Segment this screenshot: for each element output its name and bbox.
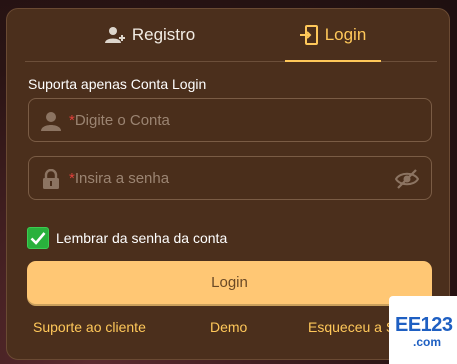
customer-support-link[interactable]: Suporte ao cliente — [33, 319, 146, 335]
remember-checkbox[interactable] — [27, 227, 49, 249]
auth-tabs: Registro Login — [25, 9, 437, 62]
remember-password[interactable]: Lembrar da senha da conta — [27, 227, 227, 249]
password-field: *Insira a senha — [28, 156, 432, 200]
badge-line-2: .com — [413, 335, 442, 349]
tab-registro-label: Registro — [131, 25, 196, 44]
tab-registro[interactable]: Registro — [25, 9, 275, 61]
login-door-icon — [299, 25, 318, 45]
form-hint: Suporta apenas Conta Login — [28, 76, 207, 92]
demo-link[interactable]: Demo — [210, 319, 247, 335]
badge-line-1: EE123 — [395, 314, 453, 336]
active-tab-indicator — [285, 60, 381, 62]
login-button[interactable]: Login — [27, 261, 432, 304]
account-field: *Digite o Conta — [28, 98, 432, 142]
login-panel: Registro Login Suporta apenas Conta Logi… — [6, 8, 450, 360]
tab-login[interactable]: Login — [285, 9, 381, 62]
check-icon — [30, 232, 46, 245]
eye-slash-icon[interactable] — [394, 168, 420, 190]
password-input[interactable] — [29, 157, 431, 199]
account-input[interactable] — [29, 99, 431, 141]
tab-login-label: Login — [324, 25, 367, 44]
site-watermark-badge: EE123 .com — [389, 296, 457, 364]
remember-label: Lembrar da senha da conta — [56, 230, 228, 246]
add-user-icon — [104, 26, 125, 44]
